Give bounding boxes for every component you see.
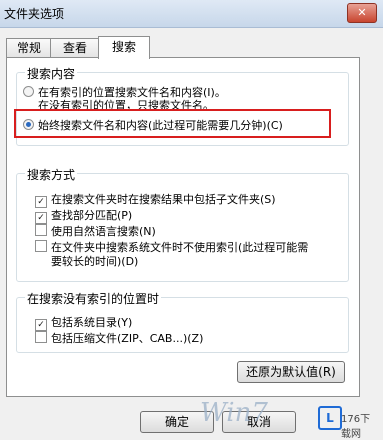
window-title: 文件夹选项 (4, 7, 65, 21)
group-title-search-method: 搜索方式 (25, 166, 78, 183)
tab-panel-search: 搜索内容 在有索引的位置搜索文件名和内容(I)。 在没有索引的位置，只搜索文件名… (6, 57, 360, 397)
tab-general[interactable]: 常规 (6, 38, 52, 57)
watermark-win7: Win7 (200, 398, 268, 428)
watermark-176: L 176下载网 (318, 404, 380, 440)
tab-search[interactable]: 搜索 (98, 36, 150, 59)
check-row-partial[interactable]: ✓ 查找部分匹配(P) (35, 207, 132, 224)
check-row-subfolders[interactable]: ✓ 在搜索文件夹时在搜索结果中包括子文件夹(S) (35, 191, 276, 208)
highlight-box (14, 109, 331, 138)
check-row-system-dirs[interactable]: ✓ 包括系统目录(Y) (35, 314, 132, 331)
check-row-compressed[interactable]: 包括压缩文件(ZIP、CAB...)(Z) (35, 330, 203, 346)
close-button[interactable]: ✕ (347, 3, 377, 23)
checkbox-system-no-index[interactable] (35, 240, 47, 252)
group-title-search-content: 搜索内容 (25, 65, 78, 82)
watermark-logo-icon: L (318, 406, 342, 430)
title-bar: 文件夹选项 ✕ (0, 0, 383, 28)
checkbox-compressed[interactable] (35, 331, 47, 343)
group-title-no-index: 在搜索没有索引的位置时 (25, 290, 162, 307)
restore-defaults-button[interactable]: 还原为默认值(R) (237, 361, 345, 383)
tab-view[interactable]: 查看 (50, 38, 100, 57)
check-row-no-index-line2: 要较长的时间)(D) (51, 255, 139, 268)
watermark-text: 176下载网 (341, 414, 371, 440)
radio-indexed[interactable] (23, 86, 34, 97)
checkbox-natural-language[interactable] (35, 224, 47, 236)
check-row-natural[interactable]: 使用自然语言搜索(N) (35, 223, 156, 239)
